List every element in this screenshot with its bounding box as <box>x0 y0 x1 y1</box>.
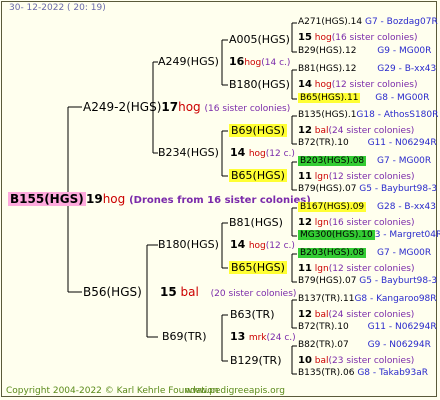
l4-top-0: A271(HGS).14 G7 - Bozdag07R <box>298 17 438 27</box>
l3-queen-6: B63(TR) <box>230 308 275 321</box>
l2-queen-3-drones: 13 mrk(24 c.) <box>230 330 296 343</box>
l1-queen-0: A249-2(HGS)17hog (16 sister colonies) <box>83 100 291 114</box>
l1-queen-1-drones: 15 bal (20 sister colonies) <box>160 285 297 299</box>
l1-queen-1: B56(HGS) <box>83 285 142 299</box>
l3-queen-7: B129(TR) <box>230 354 282 367</box>
l4-bot-2: B72(TR).10 G11 - N06294R <box>298 138 437 148</box>
l4-drones-5: 11 lgn(12 sister colonies) <box>298 263 415 274</box>
l3-queen-5: B65(HGS) <box>229 261 287 274</box>
l4-top-6: B137(TR).11G8 - Kangaroo98R <box>298 294 437 304</box>
l4-drones-2: 12 bal(24 sister colonies) <box>298 125 415 136</box>
l4-bot-7: B135(TR).06 G8 - Takab93aR <box>298 368 429 378</box>
l2-queen-2-drones: 14 hog(12 c.) <box>230 238 295 251</box>
l3-queen-1: B180(HGS) <box>229 78 290 91</box>
l2-queen-1: B234(HGS) <box>158 146 219 159</box>
l4-bot-6: B72(TR).10 G11 - N06294R <box>298 322 437 332</box>
l4-drones-6: 12 bal(24 sister colonies) <box>298 309 415 320</box>
l3-queen-4: B81(HGS) <box>229 216 283 229</box>
l4-top-2: B135(HGS).1G18 - AthosS180R <box>298 110 439 120</box>
l4-top-4: B167(HGS).09 G28 - B-xx43 <box>298 202 436 212</box>
l4-bot-1: B65(HGS).11 G8 - MG00R <box>298 93 430 103</box>
l4-bot-0: B29(HGS).12 G9 - MG00R <box>298 46 432 56</box>
l4-drones-3: 11 lgn(12 sister colonies) <box>298 171 415 182</box>
root-queen: B155(HGS) <box>8 192 86 206</box>
l4-drones-1: 14 hog(12 sister colonies) <box>298 79 418 90</box>
l4-top-1: B81(HGS).12 G29 - B-xx43 <box>298 64 437 74</box>
l4-drones-0: 15 hog(16 sister colonies) <box>298 32 418 43</box>
l4-bot-3: B79(HGS).07 G5 - Bayburt98-3 <box>298 184 438 194</box>
root-drone-info: 19hog (Drones from 16 sister colonies) <box>86 192 311 206</box>
l4-bot-5: B79(HGS).07 G5 - Bayburt98-3 <box>298 276 438 286</box>
footer-site-link[interactable]: www.pedigreeapis.org <box>185 386 285 396</box>
l3-queen-2: B69(HGS) <box>229 124 287 137</box>
l4-bot-4: MG300(HGS).10 3 - Margret04R <box>298 230 440 240</box>
l2-queen-2: B180(HGS) <box>158 238 219 251</box>
l4-top-7: B82(TR).07 G9 - N06294R <box>298 340 431 350</box>
l3-queen-3: B65(HGS) <box>229 169 287 182</box>
l3-queen-0: A005(HGS) <box>229 33 290 46</box>
l2-queen-1-drones: 14 hog(12 c.) <box>230 146 295 159</box>
l4-drones-7: 10 bal(23 sister colonies) <box>298 355 415 366</box>
root-queen-id: B155(HGS) <box>8 192 86 206</box>
l4-top-5: B203(HGS).08 G7 - MG00R <box>298 248 432 258</box>
pedigree-page: { "date": "30- 12-2022 ( 20: 19)", "foot… <box>0 0 440 400</box>
l2-queen-0-drones: 16hog(14 c.) <box>229 55 291 68</box>
l4-drones-4: 12 lgn(16 sister colonies) <box>298 217 415 228</box>
l4-top-3: B203(HGS).08 G7 - MG00R <box>298 156 432 166</box>
l2-queen-3: B69(TR) <box>162 330 207 343</box>
l2-queen-0: A249(HGS) <box>158 55 219 68</box>
